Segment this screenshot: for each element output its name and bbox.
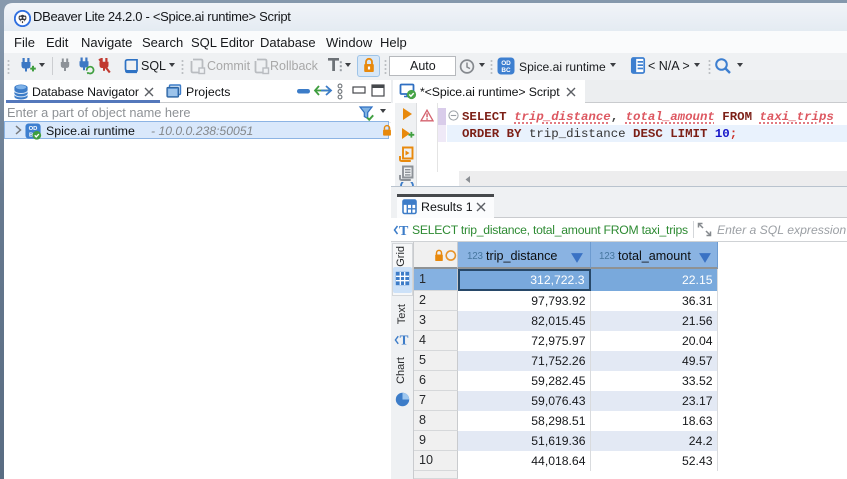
svg-text:T: T (399, 224, 409, 238)
svg-text:T: T (400, 333, 409, 348)
svg-text:BC: BC (501, 67, 511, 74)
svg-text:OD: OD (501, 60, 511, 67)
